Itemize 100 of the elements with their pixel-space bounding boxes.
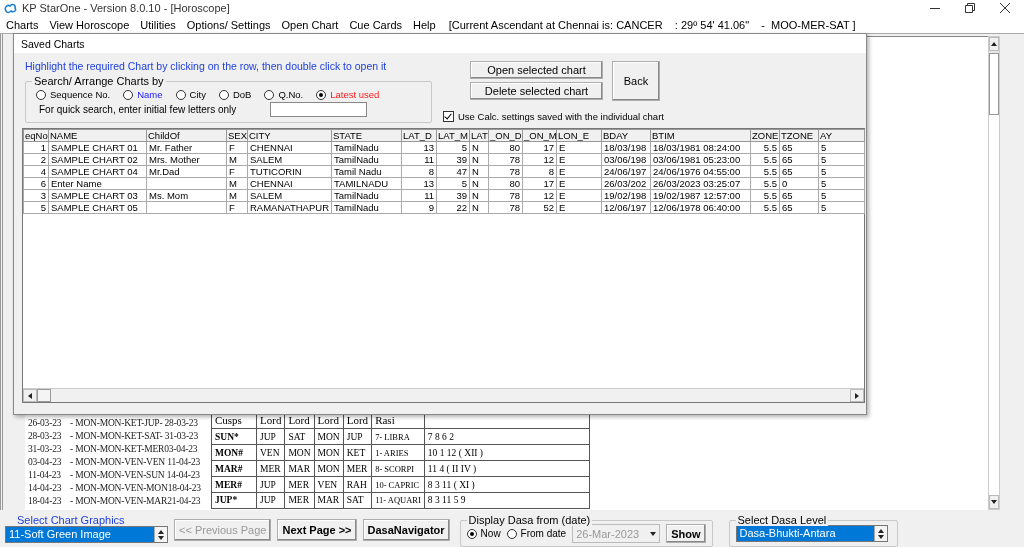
table-cell: M	[226, 153, 248, 166]
chart-graphics-label: Select Chart Graphics	[16, 514, 126, 526]
radio-option[interactable]: Now	[466, 528, 501, 539]
table-cell: TAMILNADU	[331, 177, 402, 190]
table-cell: 78	[488, 189, 523, 202]
quick-search-field[interactable]	[270, 102, 367, 117]
column-header[interactable]: LON_E	[556, 129, 602, 142]
chart-graphics-select[interactable]: 11-Soft Green Image	[5, 526, 168, 543]
radio-option[interactable]: Name	[123, 89, 163, 100]
vertical-scrollbar[interactable]	[988, 36, 1000, 510]
column-header[interactable]: _ON_D	[488, 129, 523, 142]
table-cell: 80	[488, 177, 523, 190]
table-cell: 8- SCORPI	[371, 460, 425, 477]
close-icon[interactable]	[1000, 3, 1010, 13]
column-header[interactable]: TZONE	[779, 129, 819, 142]
column-header[interactable]: LAT_D	[401, 129, 437, 142]
table-cell: E	[556, 189, 602, 202]
column-header[interactable]: BDAY	[601, 129, 651, 142]
table-cell: 11- AQUARI	[371, 492, 425, 509]
dasa-period: - MON-MON-VEN-MON18-04-23	[70, 483, 201, 495]
dasa-date: 03-04-23	[28, 457, 63, 469]
radio-option[interactable]: Sequence No.	[36, 89, 111, 100]
back-button[interactable]: Back	[612, 61, 660, 101]
dasa-date: 18-04-23	[28, 496, 63, 508]
table-cell: TUTICORIN	[247, 165, 332, 178]
dasa-period: - MON-MON-VEN-VEN 11-04-23	[70, 457, 201, 469]
use-calc-checkbox[interactable]: Use Calc. settings saved with the individual chart	[443, 111, 664, 122]
column-header[interactable]: ZONE	[750, 129, 780, 142]
table-cell: SAT	[284, 428, 315, 445]
table-cell: MAR#	[211, 460, 257, 477]
menu-item[interactable]: Charts	[2, 18, 43, 31]
table-cell: M	[226, 189, 248, 202]
table-cell: MER	[284, 492, 315, 509]
show-button[interactable]: Show	[666, 524, 706, 543]
table-cell: RAH	[343, 476, 372, 493]
action-button[interactable]: Open selected chart	[470, 61, 603, 79]
table-cell: E	[556, 201, 602, 214]
table-cell: KET	[343, 444, 372, 461]
radio-option[interactable]: From date	[506, 528, 567, 539]
radio-option[interactable]: City	[175, 89, 206, 100]
dasa-period: - MON-MON-VEN-MAR21-04-23	[70, 496, 201, 508]
table-cell: N	[469, 177, 489, 190]
column-header[interactable]: eqNo	[23, 129, 49, 142]
table-cell: MAR	[284, 460, 315, 477]
table-cell: 78	[488, 165, 523, 178]
column-header[interactable]: ChildOf	[146, 129, 227, 142]
table-cell: Mr. Father	[146, 141, 227, 154]
table-cell: 10- CAPRIC	[371, 476, 425, 493]
table-cell: SAMPLE CHART 02	[48, 153, 147, 166]
window-title: KP StarOne - Version 8.0.10 - [Horoscope]	[22, 2, 230, 14]
column-header[interactable]: LAT_M	[436, 129, 470, 142]
menu-item[interactable]: Utilities	[136, 18, 180, 31]
horizontal-scrollbar[interactable]	[23, 388, 864, 402]
menu-item[interactable]: Help	[409, 18, 440, 31]
table-cell: MER#	[211, 476, 257, 493]
action-button[interactable]: Delete selected chart	[470, 82, 603, 100]
table-cell: 7- LIBRA	[371, 428, 425, 445]
radio-option[interactable]: DoB	[218, 89, 252, 100]
column-header[interactable]: STATE	[331, 129, 402, 142]
menu-item[interactable]: Options/ Settings	[182, 18, 275, 31]
menu-item[interactable]: Open Chart	[277, 18, 343, 31]
dasa-level-select[interactable]: Dasa-Bhukti-Antara	[735, 525, 888, 542]
table-cell: 12/06/197	[601, 201, 651, 214]
dasa-date: 31-03-23	[28, 444, 63, 456]
table-cell: MON	[314, 428, 344, 445]
table-cell: MAR	[314, 492, 344, 509]
table-cell: MER	[256, 460, 285, 477]
table-cell: 9	[401, 201, 437, 214]
table-cell: Mr.Dad	[146, 165, 227, 178]
table-cell: F	[226, 201, 248, 214]
table-cell: CHENNAI	[247, 141, 332, 154]
table-cell: 8 3 11 5 9	[424, 492, 590, 509]
table-cell: VEN	[256, 444, 285, 461]
table-cell: 12	[522, 189, 557, 202]
table-cell: E	[556, 141, 602, 154]
nav-button[interactable]: DasaNavigator	[362, 519, 450, 541]
table-cell: SAMPLE CHART 04	[48, 165, 147, 178]
table-cell: JUP*	[211, 492, 257, 509]
radio-option[interactable]: Q.No.	[264, 89, 304, 100]
table-cell: 2	[23, 153, 49, 166]
table-cell: 18/03/198	[601, 141, 651, 154]
column-header[interactable]: SEX	[226, 129, 248, 142]
column-header[interactable]: BTIM	[650, 129, 751, 142]
column-header[interactable]: AY	[818, 129, 865, 142]
table-cell: 3	[23, 189, 49, 202]
table-cell: M	[226, 177, 248, 190]
dasa-date: 14-04-23	[28, 483, 63, 495]
table-cell: 8	[522, 165, 557, 178]
restore-icon[interactable]	[965, 3, 975, 13]
table-cell: F	[226, 165, 248, 178]
table-cell: 26/03/202	[601, 177, 651, 190]
menu-item[interactable]: View Horoscope	[45, 18, 134, 31]
column-header[interactable]: CITY	[247, 129, 332, 142]
menu-item[interactable]: Cue Cards	[345, 18, 406, 31]
nav-button[interactable]: Next Page >>	[277, 519, 357, 541]
column-header[interactable]: NAME	[48, 129, 147, 142]
table-cell: 22	[436, 201, 470, 214]
table-cell: Enter Name	[48, 177, 147, 190]
table-cell: 5	[818, 177, 865, 190]
column-header[interactable]: _ON_M	[522, 129, 557, 142]
